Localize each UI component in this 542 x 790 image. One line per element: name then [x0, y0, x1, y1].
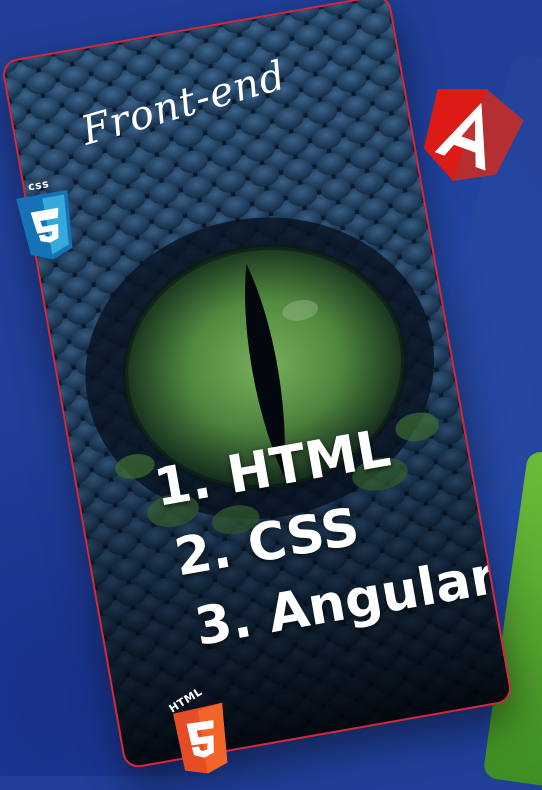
html5-logo-icon: HTML	[162, 684, 240, 782]
